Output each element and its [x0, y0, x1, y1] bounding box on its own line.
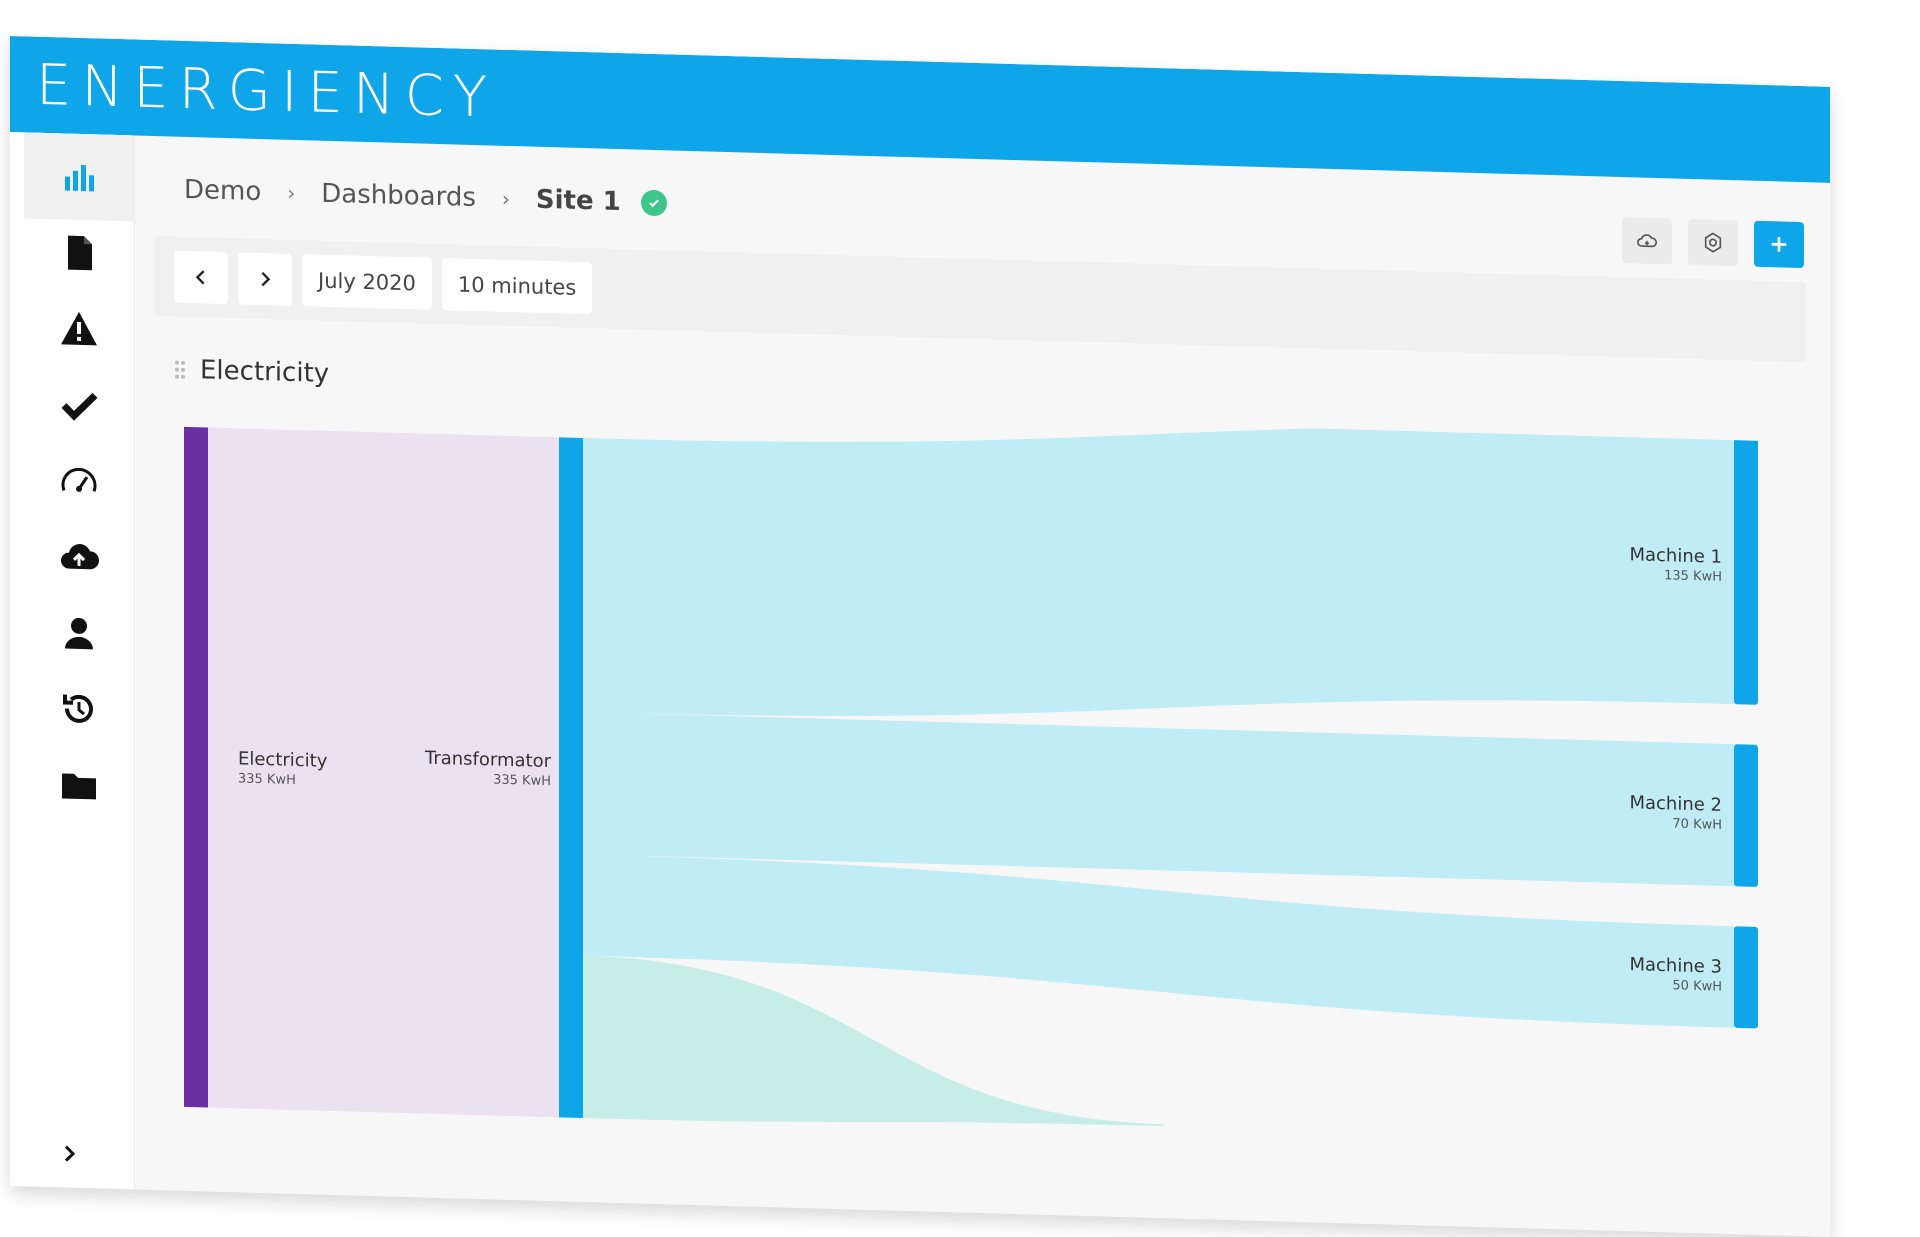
sankey-node-machine3	[1734, 926, 1758, 1029]
chevron-right-icon	[64, 1145, 76, 1162]
drag-handle-icon[interactable]	[174, 360, 186, 380]
gauge-icon	[61, 467, 97, 492]
sankey-node-value: 135 KwH	[1664, 568, 1722, 585]
check-icon	[648, 199, 659, 208]
breadcrumb-item-dashboards[interactable]: Dashboards	[321, 179, 476, 213]
sankey-node-transformator	[559, 437, 583, 1119]
settings-icon	[1704, 232, 1722, 253]
breadcrumb-item-demo[interactable]: Demo	[184, 175, 261, 207]
sankey-node-label: Transformator	[424, 748, 552, 773]
sidebar-item-files[interactable]	[24, 740, 134, 829]
sankey-chart: Machine 1135 KwH Machine 270 KwH Machine 3…	[184, 426, 1758, 1127]
chevron-left-icon	[195, 270, 205, 285]
period-selector[interactable]: July 2020	[302, 254, 432, 310]
sankey-node-value: 70 KwH	[1672, 817, 1722, 833]
app-logo[interactable]: ENERGIENCY	[36, 52, 497, 130]
cloud-icon	[1637, 234, 1657, 248]
sankey-node-label: Machine 1	[1629, 544, 1722, 568]
add-button[interactable]	[1754, 220, 1804, 269]
main-content: Demo › Dashboards › Site 1 July 2020 10 …	[134, 135, 1830, 1236]
status-badge	[640, 189, 667, 217]
cloud-button[interactable]	[1622, 217, 1672, 265]
next-period-button[interactable]	[238, 252, 292, 306]
sankey-link	[583, 426, 1734, 716]
warning-icon	[61, 311, 97, 346]
cloud-upload-icon	[61, 544, 99, 570]
settings-button[interactable]	[1688, 218, 1738, 267]
folder-icon	[62, 773, 96, 800]
sankey-node-machine2	[1734, 744, 1758, 887]
date-toolbar: July 2020 10 minutes	[154, 236, 1806, 363]
user-icon	[65, 617, 93, 650]
sankey-link	[583, 712, 1734, 887]
plus-icon	[1771, 237, 1787, 252]
app-window: ENERGIENCY Demo › Dashboards › Site 1 Ju…	[10, 36, 1830, 1237]
sankey-node-machine1	[1734, 430, 1758, 705]
sidebar	[10, 132, 135, 1190]
sankey-node-label: Machine 3	[1629, 954, 1722, 978]
chevron-right-icon	[261, 271, 271, 287]
sankey-node-electricity	[184, 426, 208, 1108]
interval-selector[interactable]: 10 minutes	[441, 258, 593, 315]
breadcrumb: Demo › Dashboards › Site 1	[184, 175, 667, 218]
sankey-node-value: 50 KwH	[1672, 978, 1722, 994]
document-icon	[68, 235, 92, 271]
previous-period-button[interactable]	[174, 250, 228, 305]
sankey-node-label: Electricity	[238, 748, 328, 772]
sankey-node-value: 335 KwH	[493, 772, 551, 789]
breadcrumb-separator: ›	[501, 186, 510, 211]
breadcrumb-item-site: Site 1	[535, 184, 621, 218]
bar-chart-icon	[65, 164, 94, 192]
sankey-node-value: 335 KwH	[238, 771, 296, 788]
header-actions	[1622, 217, 1804, 269]
sankey-node-label: Machine 2	[1629, 792, 1722, 816]
widget-header: Electricity	[174, 355, 329, 389]
history-icon	[63, 694, 93, 723]
check-icon	[61, 392, 98, 421]
sidebar-expand-button[interactable]	[50, 1133, 90, 1174]
widget-title: Electricity	[200, 355, 330, 389]
breadcrumb-separator: ›	[287, 180, 296, 205]
